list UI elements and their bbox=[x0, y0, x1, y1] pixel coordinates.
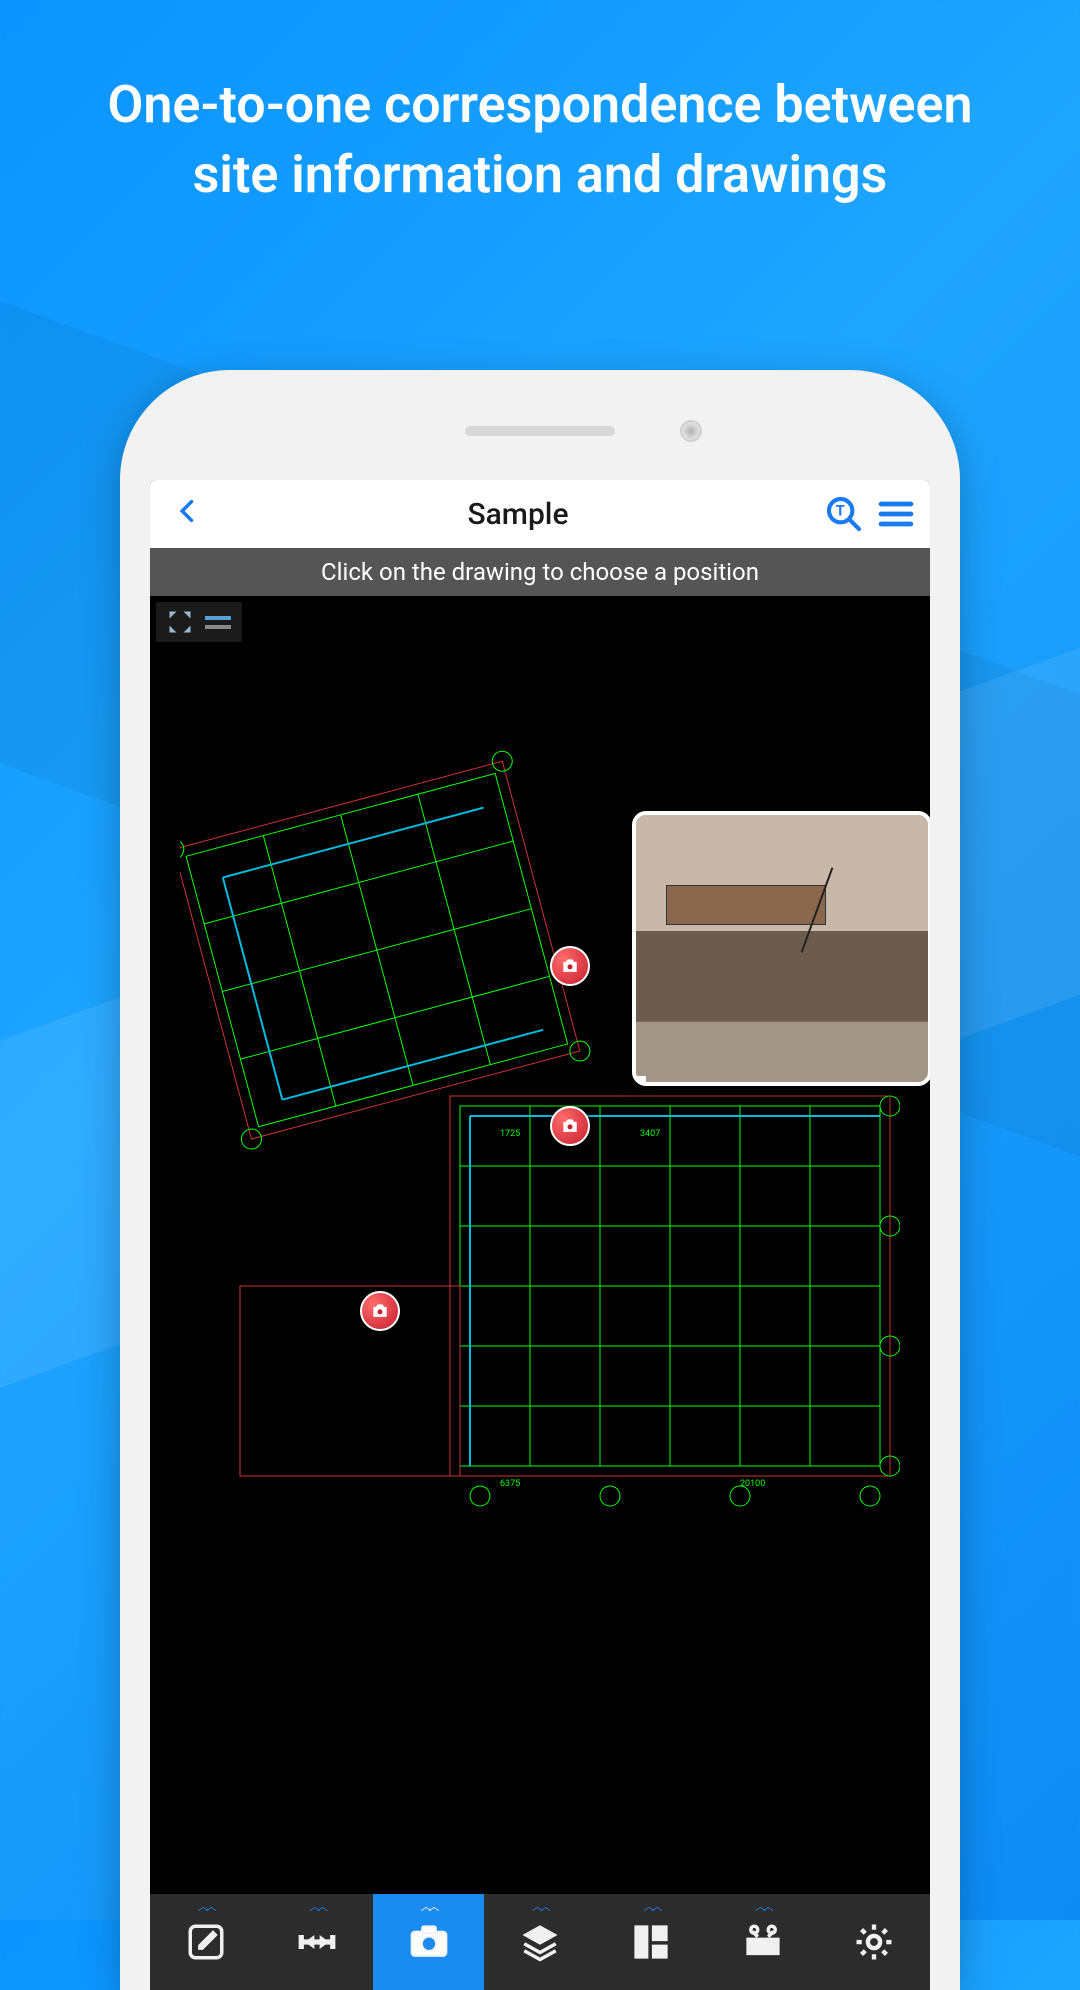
search-icon: T bbox=[824, 494, 864, 534]
drawing-canvas[interactable]: 1725 3407 6375 20100 bbox=[150, 596, 930, 1894]
hint-bar: Click on the drawing to choose a positio… bbox=[150, 548, 930, 596]
phone-speaker bbox=[465, 426, 615, 436]
fullscreen-button[interactable] bbox=[166, 608, 194, 636]
tool-layers[interactable]: ︿︿ bbox=[484, 1894, 595, 1990]
pencil-square-icon bbox=[185, 1921, 227, 1963]
chevron-up-icon: ︿︿ bbox=[421, 1898, 437, 1914]
tool-measure[interactable]: ︿︿ bbox=[261, 1894, 372, 1990]
svg-text:3407: 3407 bbox=[640, 1129, 660, 1139]
camera-icon bbox=[370, 1301, 390, 1321]
svg-text:T: T bbox=[836, 502, 845, 520]
photo-pin[interactable] bbox=[550, 946, 590, 986]
bottom-toolbar: ︿︿ ︿︿ ︿︿ ︿︿ ︿︿ ︿︿ bbox=[150, 1894, 930, 1990]
photo-preview-callout[interactable] bbox=[632, 811, 930, 1086]
search-button[interactable]: T bbox=[824, 494, 864, 534]
svg-text:6375: 6375 bbox=[500, 1479, 520, 1489]
line-style-button[interactable] bbox=[204, 608, 232, 636]
app-bar: Sample T bbox=[150, 480, 930, 548]
camera-icon bbox=[560, 1116, 580, 1136]
layers-icon bbox=[519, 1921, 561, 1963]
promo-headline: One-to-one correspondence be­tween site … bbox=[0, 0, 1080, 210]
page-title: Sample bbox=[224, 497, 812, 532]
toolbox-icon bbox=[742, 1921, 784, 1963]
camera-icon bbox=[560, 956, 580, 976]
chevron-up-icon: ︿︿ bbox=[532, 1898, 548, 1914]
tool-edit[interactable]: ︿︿ bbox=[150, 1894, 261, 1990]
canvas-corner-tools bbox=[156, 602, 242, 642]
gear-icon bbox=[853, 1921, 895, 1963]
chevron-up-icon: ︿︿ bbox=[755, 1898, 771, 1914]
chevron-up-icon: ︿︿ bbox=[309, 1898, 325, 1914]
chevron-up-icon: ︿︿ bbox=[643, 1898, 659, 1914]
svg-text:20100: 20100 bbox=[740, 1479, 765, 1489]
phone-frame: Sample T Click on the drawing to choose … bbox=[120, 370, 960, 1990]
chevron-left-icon bbox=[174, 497, 202, 525]
app-screen: Sample T Click on the drawing to choose … bbox=[150, 480, 930, 1990]
line-style-icon bbox=[205, 616, 231, 620]
tool-toolbox[interactable]: ︿︿ bbox=[707, 1894, 818, 1990]
ruler-icon bbox=[296, 1921, 338, 1963]
svg-text:1725: 1725 bbox=[500, 1129, 520, 1139]
photo-pin[interactable] bbox=[360, 1291, 400, 1331]
chevron-up-icon: ︿︿ bbox=[198, 1898, 214, 1914]
back-button[interactable] bbox=[164, 490, 212, 538]
tool-settings[interactable] bbox=[819, 1894, 930, 1990]
menu-button[interactable] bbox=[876, 494, 916, 534]
camera-icon bbox=[408, 1921, 450, 1963]
tool-camera[interactable]: ︿︿ bbox=[373, 1894, 484, 1990]
photo-pin[interactable] bbox=[550, 1106, 590, 1146]
phone-front-camera bbox=[680, 420, 702, 442]
hamburger-icon bbox=[876, 494, 916, 534]
tool-layout[interactable]: ︿︿ bbox=[596, 1894, 707, 1990]
site-photo bbox=[636, 815, 928, 1082]
fullscreen-icon bbox=[166, 608, 194, 636]
layout-icon bbox=[630, 1921, 672, 1963]
